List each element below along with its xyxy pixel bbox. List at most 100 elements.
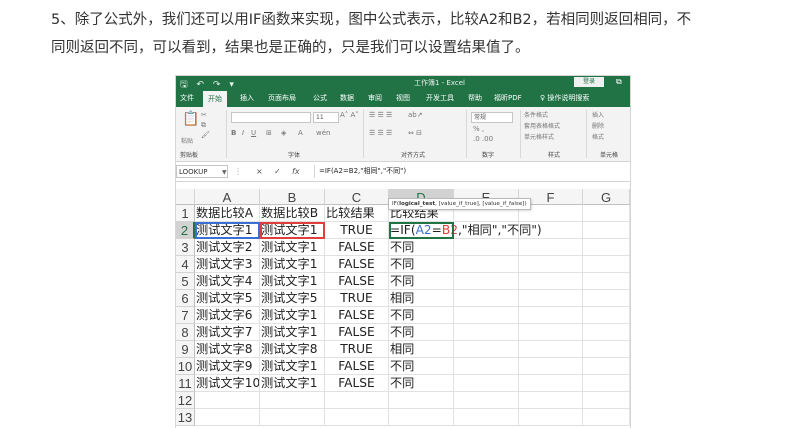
row-header-11[interactable]: 11 xyxy=(176,375,195,392)
row-header-7[interactable]: 7 xyxy=(176,307,195,324)
column-header-g[interactable]: G xyxy=(583,189,630,205)
tab-file[interactable]: 文件 xyxy=(180,93,194,103)
tab-home[interactable]: 开始 xyxy=(203,91,227,107)
font-color-icon[interactable]: A xyxy=(298,129,303,137)
cell-g3[interactable] xyxy=(583,239,630,256)
borders-icon[interactable]: ⊞ xyxy=(266,129,272,137)
cell-f4[interactable] xyxy=(519,256,583,273)
cell-g1[interactable] xyxy=(583,205,630,222)
cell-c9[interactable]: TRUE xyxy=(325,341,389,358)
cell-f10[interactable] xyxy=(519,358,583,375)
tab-review[interactable]: 审阅 xyxy=(368,93,382,103)
cell-g2[interactable] xyxy=(583,222,630,239)
chevron-down-icon[interactable]: ▼ xyxy=(222,166,227,179)
cell-b2[interactable]: 测试文字1 xyxy=(260,222,325,239)
cell-e11[interactable] xyxy=(454,375,519,392)
cell-c7[interactable]: FALSE xyxy=(325,307,389,324)
cell-f3[interactable] xyxy=(519,239,583,256)
row-header-8[interactable]: 8 xyxy=(176,324,195,341)
bold-icon[interactable]: B xyxy=(231,129,236,137)
cell-f5[interactable] xyxy=(519,273,583,290)
tab-view[interactable]: 视图 xyxy=(396,93,410,103)
delete-cells-button[interactable]: 删除 xyxy=(592,121,604,130)
tooltip-function[interactable]: IF( xyxy=(392,201,399,207)
cell-e3[interactable] xyxy=(454,239,519,256)
cell-g11[interactable] xyxy=(583,375,630,392)
cell-b10[interactable]: 测试文字1 xyxy=(260,358,325,375)
cell-e5[interactable] xyxy=(454,273,519,290)
cell-d9[interactable]: 相同 xyxy=(389,341,454,358)
cell-a6[interactable]: 测试文字5 xyxy=(195,290,260,307)
font-name-select[interactable] xyxy=(231,112,311,123)
cell-c6[interactable]: TRUE xyxy=(325,290,389,307)
font-size-select[interactable]: 11 xyxy=(313,112,339,123)
cell-b3[interactable]: 测试文字1 xyxy=(260,239,325,256)
cell-a3[interactable]: 测试文字2 xyxy=(195,239,260,256)
cell-e12[interactable] xyxy=(454,392,519,409)
format-painter-icon[interactable]: 🖌 xyxy=(201,131,210,139)
row-header-5[interactable]: 5 xyxy=(176,273,195,290)
cell-d11[interactable]: 不同 xyxy=(389,375,454,392)
row-header-3[interactable]: 3 xyxy=(176,239,195,256)
cell-d3[interactable]: 不同 xyxy=(389,239,454,256)
cell-d6[interactable]: 相同 xyxy=(389,290,454,307)
tell-me-search[interactable]: ♀ 操作说明搜索 xyxy=(540,93,589,103)
cell-a5[interactable]: 测试文字4 xyxy=(195,273,260,290)
cell-e7[interactable] xyxy=(454,307,519,324)
decimal-icon[interactable]: .0 .00 xyxy=(473,135,493,143)
cell-c1[interactable]: 比较结果 xyxy=(325,205,389,222)
percent-icon[interactable]: % , xyxy=(473,125,484,133)
cell-c10[interactable]: FALSE xyxy=(325,358,389,375)
format-cells-button[interactable]: 格式 xyxy=(592,132,604,141)
tab-page-layout[interactable]: 页面布局 xyxy=(268,93,296,103)
cell-e9[interactable] xyxy=(454,341,519,358)
cell-a9[interactable]: 测试文字8 xyxy=(195,341,260,358)
cell-f11[interactable] xyxy=(519,375,583,392)
cell-g6[interactable] xyxy=(583,290,630,307)
cell-d7[interactable]: 不同 xyxy=(389,307,454,324)
row-header-6[interactable]: 6 xyxy=(176,290,195,307)
cell-b8[interactable]: 测试文字1 xyxy=(260,324,325,341)
cell-c3[interactable]: FALSE xyxy=(325,239,389,256)
cell-g5[interactable] xyxy=(583,273,630,290)
worksheet-grid[interactable]: ABCDEFG1数据比较A数据比较B比较结果比较结果2测试文字1测试文字1TRU… xyxy=(176,189,630,428)
cut-icon[interactable]: ✂ xyxy=(201,111,207,119)
cell-d2[interactable]: =IF(A2=B2,"相同","不同") xyxy=(389,222,542,239)
cell-c12[interactable] xyxy=(325,392,389,409)
tooltip-current-arg[interactable]: logical_test xyxy=(399,201,435,207)
underline-icon[interactable]: U xyxy=(251,129,256,137)
sign-in-button[interactable]: 登录 xyxy=(574,77,604,87)
row-header-13[interactable]: 13 xyxy=(176,409,195,426)
merge-center-icon[interactable]: ⇔ ⊟ xyxy=(408,129,422,137)
row-header-9[interactable]: 9 xyxy=(176,341,195,358)
cell-b5[interactable]: 测试文字1 xyxy=(260,273,325,290)
cell-g13[interactable] xyxy=(583,409,630,426)
cell-b13[interactable] xyxy=(260,409,325,426)
row-header-1[interactable]: 1 xyxy=(176,205,195,222)
cancel-icon[interactable]: × xyxy=(256,167,263,176)
cell-c11[interactable]: FALSE xyxy=(325,375,389,392)
cell-d8[interactable]: 不同 xyxy=(389,324,454,341)
row-header-4[interactable]: 4 xyxy=(176,256,195,273)
font-grow-shrink-icon[interactable]: A˄ A˅ xyxy=(340,111,359,119)
italic-icon[interactable]: I xyxy=(242,129,244,137)
cell-e6[interactable] xyxy=(454,290,519,307)
row-header-12[interactable]: 12 xyxy=(176,392,195,409)
cell-a11[interactable]: 测试文字10 xyxy=(195,375,260,392)
cell-a2[interactable]: 测试文字1 xyxy=(195,222,260,239)
formula-input[interactable]: =IF(A2=B2,"相同","不同") xyxy=(314,165,630,178)
cell-d13[interactable] xyxy=(389,409,454,426)
cell-e8[interactable] xyxy=(454,324,519,341)
tab-developer[interactable]: 开发工具 xyxy=(426,93,454,103)
cell-a7[interactable]: 测试文字6 xyxy=(195,307,260,324)
align-left-icon[interactable]: ☰ ☰ ☰ xyxy=(369,129,392,137)
copy-icon[interactable]: ⧉ xyxy=(201,121,206,130)
cell-g4[interactable] xyxy=(583,256,630,273)
cell-g7[interactable] xyxy=(583,307,630,324)
cell-styles-button[interactable]: 单元格样式 xyxy=(524,132,554,141)
number-format-select[interactable]: 常规 xyxy=(471,112,513,123)
cell-g9[interactable] xyxy=(583,341,630,358)
cell-f8[interactable] xyxy=(519,324,583,341)
fill-color-icon[interactable]: ◈ xyxy=(281,129,286,137)
cell-f9[interactable] xyxy=(519,341,583,358)
